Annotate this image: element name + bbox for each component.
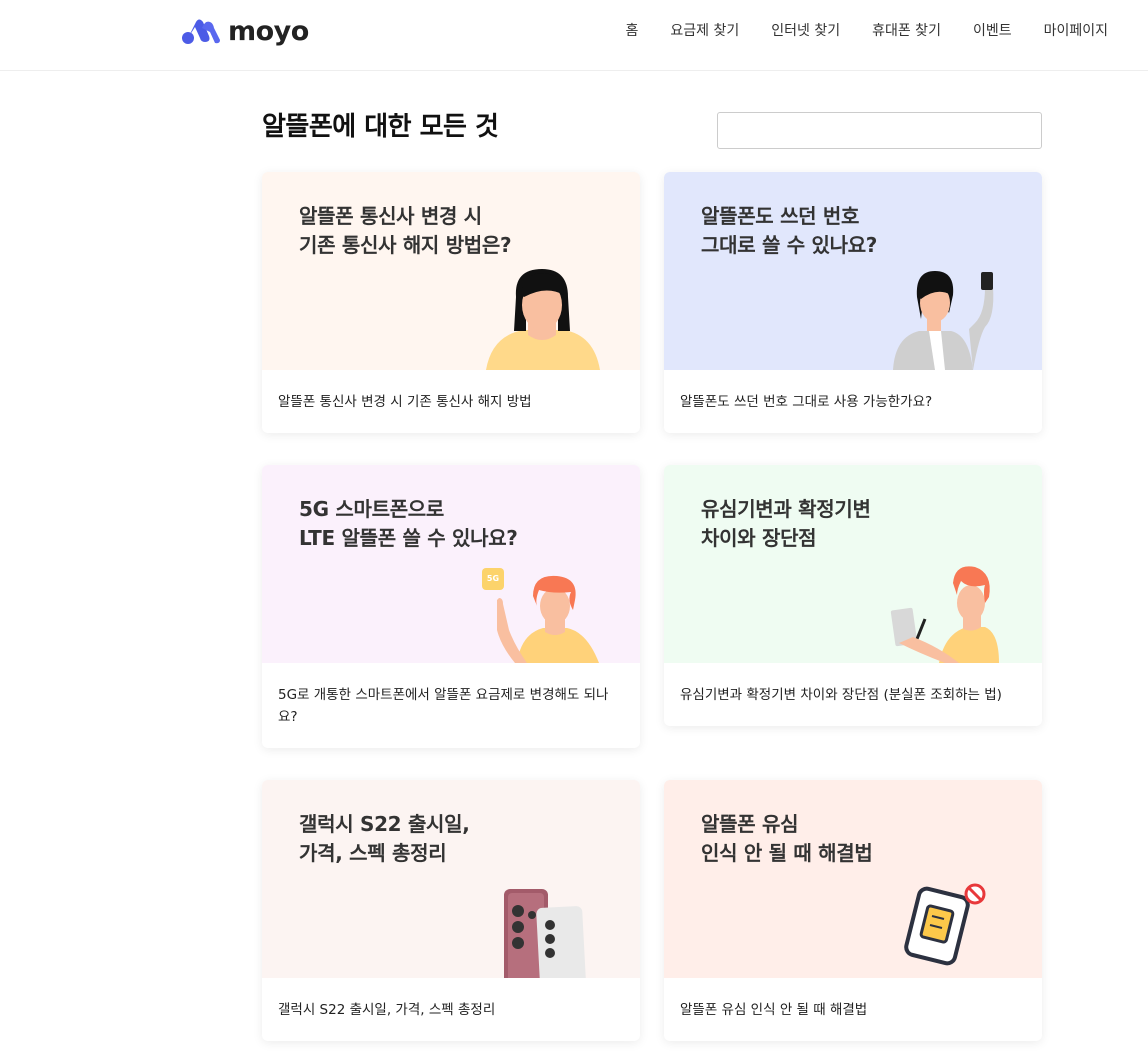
- sim-card-blocked-illustration-icon: [904, 883, 986, 966]
- brand-name: moyo: [228, 15, 309, 47]
- card-thumbnail: 알뜰폰도 쓰던 번호 그대로 쓸 수 있나요?: [664, 172, 1042, 370]
- card-thumbnail: 알뜰폰 유심 인식 안 될 때 해결법: [664, 780, 1042, 978]
- card-caption: 알뜰폰도 쓰던 번호 그대로 사용 가능한가요?: [680, 394, 933, 410]
- card-thumbnail: 유심기변과 확정기변 차이와 장단점: [664, 465, 1042, 663]
- card-headline: 알뜰폰 통신사 변경 시 기존 통신사 해지 방법은?: [299, 204, 512, 257]
- nav-internet[interactable]: 인터넷 찾기: [771, 20, 840, 40]
- card-headline: 알뜰폰도 쓰던 번호 그대로 쓸 수 있나요?: [701, 204, 878, 257]
- card-headline: 갤럭시 S22 출시일, 가격, 스펙 총정리: [299, 812, 470, 865]
- card-caption: 5G로 개통한 스마트폰에서 알뜰폰 요금제로 변경해도 되나요?: [278, 687, 609, 725]
- nav-events[interactable]: 이벤트: [973, 20, 1012, 40]
- moyo-logo-icon: [182, 19, 220, 44]
- card-caption: 갤럭시 S22 출시일, 가격, 스펙 총정리: [278, 1002, 496, 1018]
- search-input[interactable]: [717, 112, 1042, 149]
- article-card[interactable]: 갤럭시 S22 출시일, 가격, 스펙 총정리 갤럭시 S22 출시일, 가격,…: [262, 780, 640, 1041]
- man-pointing-illustration-icon: [497, 575, 599, 663]
- card-headline: 5G 스마트폰으로 LTE 알뜰폰 쓸 수 있나요?: [299, 497, 518, 550]
- article-card[interactable]: 유심기변과 확정기변 차이와 장단점 유심기변과 확정기변 차이와 장단점 (분…: [664, 465, 1042, 726]
- article-card[interactable]: 알뜰폰 통신사 변경 시 기존 통신사 해지 방법은? 알뜰폰 통신사 변경 시…: [262, 172, 640, 433]
- card-caption: 유심기변과 확정기변 차이와 장단점 (분실폰 조회하는 법): [680, 687, 1002, 703]
- woman-illustration-icon: [486, 269, 600, 370]
- card-headline: 알뜰폰 유심 인식 안 될 때 해결법: [701, 812, 873, 865]
- article-card[interactable]: 알뜰폰도 쓰던 번호 그대로 쓸 수 있나요? 알뜰폰도 쓰던 번호 그대로 사…: [664, 172, 1042, 433]
- card-thumbnail: 알뜰폰 통신사 변경 시 기존 통신사 해지 방법은?: [262, 172, 640, 370]
- page-title: 알뜰폰에 대한 모든 것: [262, 112, 499, 142]
- article-card[interactable]: 알뜰폰 유심 인식 안 될 때 해결법 알뜰폰 유심 인식 안 될 때 해결법: [664, 780, 1042, 1041]
- main-nav: 홈 요금제 찾기 인터넷 찾기 휴대폰 찾기 이벤트 마이페이지: [625, 20, 1108, 40]
- woman-holding-phone-illustration-icon: [893, 271, 994, 370]
- galaxy-phones-illustration-icon: [504, 889, 587, 978]
- card-caption: 알뜰폰 통신사 변경 시 기존 통신사 해지 방법: [278, 394, 532, 410]
- card-headline: 유심기변과 확정기변 차이와 장단점: [701, 497, 871, 550]
- nav-home[interactable]: 홈: [625, 20, 638, 40]
- moyo-logo[interactable]: moyo: [182, 14, 309, 48]
- card-thumbnail: 5G 스마트폰으로 LTE 알뜰폰 쓸 수 있나요? 5G: [262, 465, 640, 663]
- man-writing-illustration-icon: [890, 566, 999, 663]
- article-card[interactable]: 5G 스마트폰으로 LTE 알뜰폰 쓸 수 있나요? 5G 5G로 개통한 스마…: [262, 465, 640, 748]
- nav-phones[interactable]: 휴대폰 찾기: [872, 20, 941, 40]
- card-thumbnail: 갤럭시 S22 출시일, 가격, 스펙 총정리: [262, 780, 640, 978]
- nav-mypage[interactable]: 마이페이지: [1044, 20, 1108, 40]
- nav-plans[interactable]: 요금제 찾기: [670, 20, 739, 40]
- card-caption: 알뜰폰 유심 인식 안 될 때 해결법: [680, 1002, 868, 1018]
- site-header: moyo 홈 요금제 찾기 인터넷 찾기 휴대폰 찾기 이벤트 마이페이지: [0, 0, 1148, 71]
